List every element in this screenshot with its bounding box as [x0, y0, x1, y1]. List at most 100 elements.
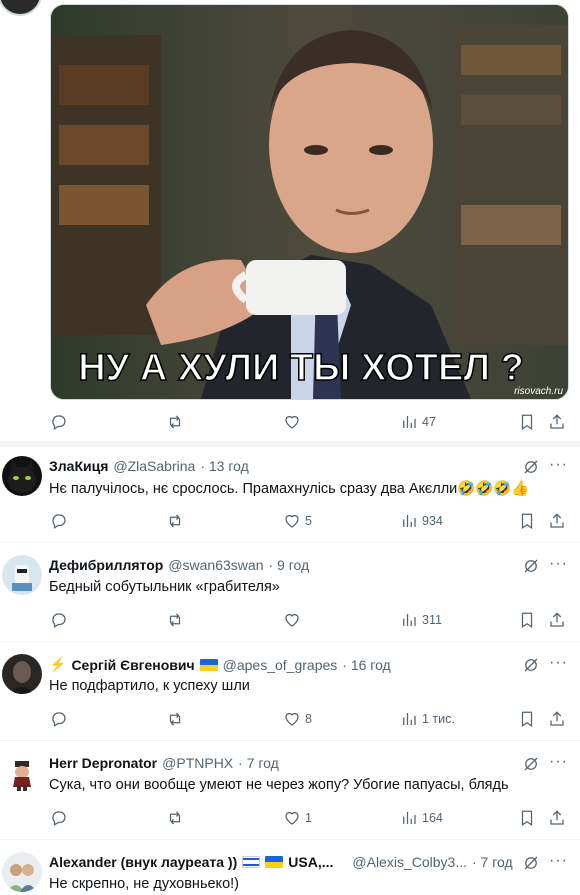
like-count: 8 — [305, 712, 312, 726]
tweet-actions: 5 934 — [50, 511, 568, 531]
retweet-button[interactable] — [166, 412, 184, 432]
divider — [0, 740, 580, 741]
share-button[interactable] — [548, 808, 566, 828]
like-button[interactable] — [283, 412, 301, 432]
grok-icon[interactable] — [522, 854, 540, 872]
bookmark-icon — [521, 414, 533, 430]
more-icon[interactable]: ··· — [549, 456, 568, 474]
views-button[interactable]: 164 — [400, 808, 443, 828]
like-icon — [285, 811, 299, 825]
avatar[interactable] — [2, 753, 42, 793]
avatar[interactable] — [2, 654, 42, 694]
tweet-actions: 8 1 тис. — [50, 709, 568, 729]
bookmark-button[interactable] — [518, 610, 536, 630]
user-name[interactable]: Alexander (внук лауреата )) — [49, 854, 237, 870]
lightning-icon: ⚡ — [49, 656, 67, 672]
grok-icon[interactable] — [522, 458, 540, 476]
avatar[interactable] — [2, 852, 42, 892]
like-button[interactable] — [283, 610, 305, 630]
more-icon[interactable]: ··· — [549, 753, 568, 771]
user-name[interactable]: Herr Depronator — [49, 755, 157, 771]
share-button[interactable] — [548, 511, 566, 531]
user-name-suffix: USA,... — [288, 854, 334, 870]
bookmark-button[interactable] — [518, 511, 536, 531]
retweet-button[interactable] — [166, 511, 188, 531]
reply-icon — [52, 712, 66, 727]
views-icon — [403, 416, 416, 428]
divider — [0, 542, 580, 543]
share-button[interactable] — [548, 610, 566, 630]
retweet-button[interactable] — [166, 610, 188, 630]
retweet-button[interactable] — [166, 709, 188, 729]
retweet-icon — [169, 712, 181, 726]
reply-button[interactable] — [50, 511, 72, 531]
share-icon — [550, 414, 564, 429]
avatar[interactable] — [2, 555, 42, 595]
like-icon — [285, 514, 299, 528]
bookmark-icon — [521, 711, 533, 727]
views-count: 311 — [422, 613, 442, 627]
like-icon — [285, 613, 299, 627]
grok-icon[interactable] — [522, 557, 540, 575]
user-name[interactable]: Дефибриллятор — [49, 557, 163, 573]
more-icon[interactable]: ··· — [549, 852, 568, 870]
views-icon — [403, 812, 416, 824]
grok-icon[interactable] — [522, 656, 540, 674]
like-button[interactable]: 5 — [283, 511, 312, 531]
user-handle[interactable]: @swan63swan — [168, 557, 263, 573]
retweet-icon — [169, 811, 181, 825]
share-button[interactable] — [548, 709, 566, 729]
bookmark-button[interactable] — [518, 808, 536, 828]
user-handle[interactable]: @apes_of_grapes — [223, 657, 338, 673]
reply-icon — [52, 811, 66, 826]
user-handle[interactable]: @Alexis_Colby3... — [352, 854, 467, 870]
share-button[interactable] — [548, 412, 566, 432]
retweet-icon — [169, 613, 181, 627]
timestamp[interactable]: · 13 год — [200, 458, 248, 474]
reply-button[interactable] — [50, 610, 72, 630]
post-image[interactable]: НУ А ХУЛИ ТЫ ХОТЕЛ ? risovach.ru — [50, 4, 569, 400]
divider — [0, 839, 580, 840]
user-name[interactable]: ЗлаКиця — [49, 458, 108, 474]
views-icon — [403, 713, 416, 725]
retweet-icon — [169, 415, 181, 429]
like-button[interactable]: 1 — [283, 808, 312, 828]
retweet-button[interactable] — [166, 808, 188, 828]
user-name[interactable]: Сергій Євгенович — [71, 657, 194, 673]
bookmark-icon — [521, 612, 533, 628]
bookmark-icon — [521, 810, 533, 826]
views-button[interactable]: 47 — [400, 412, 436, 432]
bookmark-icon — [521, 513, 533, 529]
grok-icon[interactable] — [522, 755, 540, 773]
tweet-text: Сука, что они вообще умеют не через жопу… — [49, 777, 509, 793]
reply-button[interactable] — [50, 709, 72, 729]
avatar[interactable] — [0, 0, 42, 16]
bookmark-button[interactable] — [518, 412, 536, 432]
views-button[interactable]: 1 тис. — [400, 709, 455, 729]
israel-flag-icon — [242, 856, 261, 868]
share-icon — [550, 711, 564, 726]
like-button[interactable]: 8 — [283, 709, 312, 729]
tweet-text: Не скрепно, не духовньеко!) — [49, 876, 239, 892]
timestamp[interactable]: · 7 год — [472, 854, 513, 870]
user-handle[interactable]: @ZlaSabrina — [113, 458, 195, 474]
bookmark-button[interactable] — [518, 709, 536, 729]
like-icon — [285, 415, 299, 429]
timestamp[interactable]: · 16 год — [342, 657, 390, 673]
views-button[interactable]: 934 — [400, 511, 443, 531]
avatar[interactable] — [2, 456, 42, 496]
timestamp[interactable]: · 7 год — [238, 755, 279, 771]
tweet-actions: 311 — [50, 610, 568, 630]
ukraine-flag-icon — [265, 856, 284, 868]
reply-icon — [52, 613, 66, 628]
views-button[interactable]: 311 — [400, 610, 442, 630]
timestamp[interactable]: · 9 год — [268, 557, 309, 573]
more-icon[interactable]: ··· — [549, 555, 568, 573]
user-handle[interactable]: @PTNPHX — [162, 755, 233, 771]
reply-button[interactable] — [50, 808, 72, 828]
more-icon[interactable]: ··· — [549, 654, 568, 672]
tweet-header: Herr Depronator @PTNPHX · 7 год — [49, 755, 279, 771]
views-icon — [403, 515, 416, 527]
share-icon — [550, 810, 564, 825]
reply-button[interactable] — [50, 412, 68, 432]
